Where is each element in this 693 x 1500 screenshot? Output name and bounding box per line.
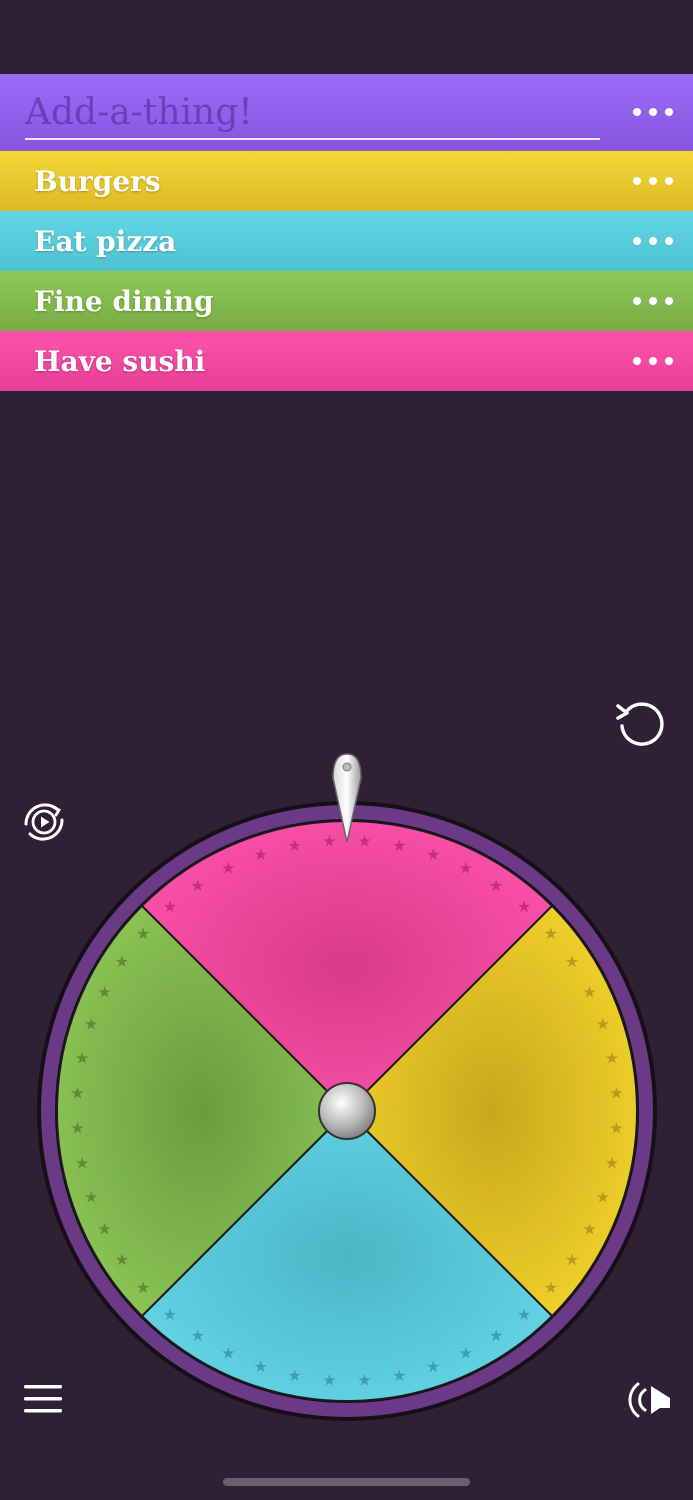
- star-icon: ★: [426, 1357, 440, 1376]
- item-more-button[interactable]: [633, 235, 673, 247]
- star-icon: ★: [163, 897, 177, 916]
- list-item-label: Eat pizza: [34, 224, 177, 258]
- star-icon: ★: [191, 876, 205, 895]
- star-icon: ★: [596, 1015, 610, 1034]
- list-item-label: Have sushi: [34, 344, 206, 378]
- star-icon: ★: [84, 1187, 98, 1206]
- reset-icon[interactable]: [614, 696, 666, 748]
- star-icon: ★: [70, 1083, 84, 1102]
- star-icon: ★: [287, 1366, 301, 1385]
- star-icon: ★: [115, 1250, 129, 1269]
- menu-icon[interactable]: [22, 1382, 66, 1416]
- star-icon: ★: [582, 1220, 596, 1239]
- star-icon: ★: [75, 1049, 89, 1068]
- star-icon: ★: [70, 1119, 84, 1138]
- star-icon: ★: [459, 859, 473, 878]
- star-icon: ★: [459, 1343, 473, 1362]
- star-icon: ★: [287, 836, 301, 855]
- home-indicator: [223, 1478, 470, 1486]
- more-dot-icon: [665, 297, 673, 305]
- star-icon: ★: [392, 836, 406, 855]
- star-icon: ★: [582, 982, 596, 1001]
- spin-wheel[interactable]: ★★★★ ★ ★ ★ ★ ★★★★★★★★★★★★★★★★★★★★★★★★★★★★★★★★…: [37, 750, 657, 1422]
- star-icon: ★: [605, 1049, 619, 1068]
- sound-icon[interactable]: [624, 1378, 674, 1422]
- star-icon: ★: [254, 1357, 268, 1376]
- star-icon: ★: [426, 845, 440, 864]
- star-icon: ★: [357, 832, 371, 851]
- star-icon: ★: [97, 1220, 111, 1239]
- list-item-burgers[interactable]: Burgers: [0, 151, 693, 211]
- star-icon: ★: [163, 1305, 177, 1324]
- star-icon: ★: [544, 1278, 558, 1297]
- more-dot-icon: [649, 297, 657, 305]
- more-dot-icon: [633, 237, 641, 245]
- star-icon: ★: [565, 1250, 579, 1269]
- star-icon: ★: [221, 1343, 235, 1362]
- star-icon: ★: [517, 897, 531, 916]
- star-icon: ★: [609, 1083, 623, 1102]
- more-dot-icon: [665, 357, 673, 365]
- more-dot-icon: [633, 357, 641, 365]
- more-dot-icon: [665, 177, 673, 185]
- star-icon: ★: [136, 924, 150, 943]
- list-item-have-sushi[interactable]: Have sushi: [0, 331, 693, 391]
- star-icon: ★: [544, 924, 558, 943]
- star-icon: ★: [322, 832, 336, 851]
- add-row-more-button[interactable]: [633, 106, 673, 118]
- star-icon: ★: [392, 1366, 406, 1385]
- list-item-label: Fine dining: [34, 284, 214, 318]
- star-icon: ★: [254, 845, 268, 864]
- more-dot-icon: [649, 237, 657, 245]
- item-more-button[interactable]: [633, 355, 673, 367]
- item-more-button[interactable]: [633, 295, 673, 307]
- star-icon: ★: [84, 1015, 98, 1034]
- star-icon: ★: [357, 1370, 371, 1389]
- star-icon: ★: [75, 1153, 89, 1172]
- pointer-rivet: [342, 762, 352, 772]
- add-thing-row: [0, 74, 693, 151]
- star-icon: ★: [322, 1370, 336, 1389]
- more-dot-icon: [649, 108, 657, 116]
- more-dot-icon: [633, 108, 641, 116]
- item-list: Burgers Eat pizza Fine dining Have sushi: [0, 74, 693, 391]
- more-dot-icon: [649, 357, 657, 365]
- star-icon: ★: [489, 1326, 503, 1345]
- more-dot-icon: [633, 177, 641, 185]
- more-dot-icon: [633, 297, 641, 305]
- more-dot-icon: [665, 108, 673, 116]
- more-dot-icon: [649, 177, 657, 185]
- more-dot-icon: [665, 237, 673, 245]
- list-item-fine-dining[interactable]: Fine dining: [0, 271, 693, 331]
- star-icon: ★: [136, 1278, 150, 1297]
- list-item-label: Burgers: [34, 164, 161, 198]
- item-more-button[interactable]: [633, 175, 673, 187]
- star-icon: ★: [596, 1187, 610, 1206]
- star-icon: ★: [221, 859, 235, 878]
- star-icon: ★: [565, 952, 579, 971]
- list-item-eat-pizza[interactable]: Eat pizza: [0, 211, 693, 271]
- star-icon: ★: [489, 876, 503, 895]
- wheel-hub: [318, 1082, 376, 1140]
- star-icon: ★: [115, 952, 129, 971]
- star-icon: ★: [517, 1305, 531, 1324]
- star-icon: ★: [97, 982, 111, 1001]
- star-icon: ★: [605, 1153, 619, 1172]
- add-thing-input[interactable]: [25, 86, 600, 140]
- star-icon: ★: [609, 1119, 623, 1138]
- star-icon: ★: [191, 1326, 205, 1345]
